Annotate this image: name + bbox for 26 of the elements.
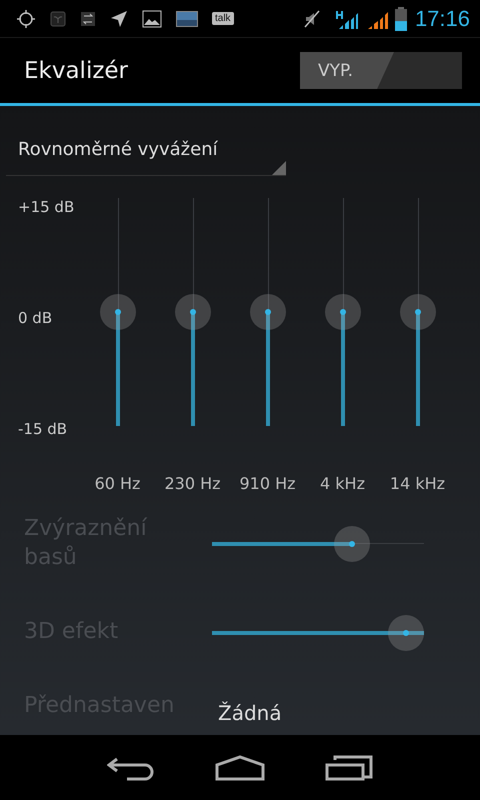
- navigation-arrow-icon: [110, 10, 128, 28]
- clock-time: 17:16: [414, 6, 470, 32]
- talk-icon: talk: [212, 12, 234, 25]
- recent-apps-icon[interactable]: [325, 754, 373, 780]
- scale-label: -15 dB: [18, 420, 68, 438]
- screen-title: Ekvalizér: [24, 58, 128, 84]
- scale-label: 0 dB: [18, 309, 54, 328]
- home-icon[interactable]: [215, 754, 265, 780]
- horizontal-slider[interactable]: [212, 614, 424, 650]
- sprout-icon: [50, 10, 66, 26]
- frequency-label: 230 Hz: [163, 474, 222, 494]
- battery-icon: [394, 6, 407, 30]
- frequency-label: 910 Hz: [238, 474, 297, 494]
- image-icon: [142, 10, 162, 28]
- preset-dropdown[interactable]: Rovnoměrné vyvážení: [6, 124, 286, 176]
- sync-icon: [80, 10, 96, 26]
- frequency-label: 4 kHz: [319, 474, 366, 494]
- scale-label: +15 dB: [18, 198, 76, 216]
- horizontal-slider[interactable]: [212, 526, 424, 562]
- gps-icon: [16, 8, 36, 28]
- muted-speaker-icon: [302, 10, 321, 28]
- photo-icon: [176, 10, 198, 26]
- toggle-switch[interactable]: VYP.: [300, 52, 462, 89]
- frequency-label: 14 kHz: [388, 474, 446, 494]
- frequency-label: 60 Hz: [94, 474, 142, 494]
- dropdown-corner-icon: [272, 161, 286, 176]
